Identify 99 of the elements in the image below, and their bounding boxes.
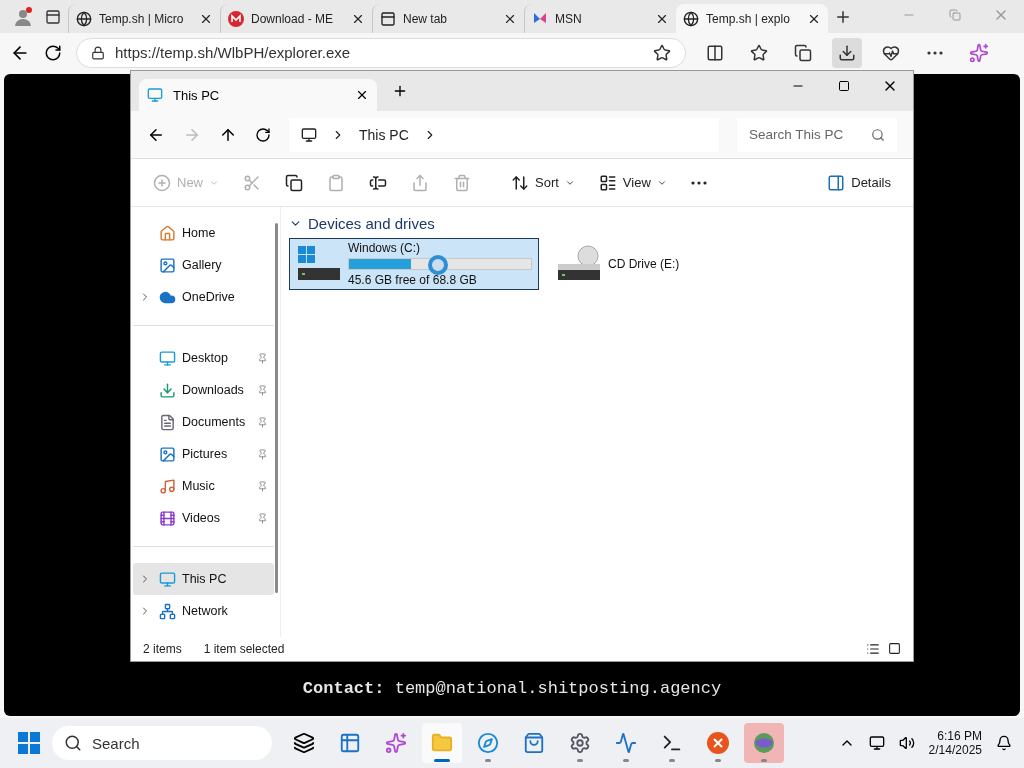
download-icon [159,381,176,399]
running-indicator [669,759,675,762]
tab-title: This PC [173,87,221,103]
explorer-tab[interactable]: This PC [139,79,377,111]
profile-icon[interactable] [13,6,33,27]
house-icon [159,224,176,242]
trash-icon [453,173,471,192]
running-indicator [715,759,721,762]
start-icon[interactable] [18,732,40,754]
item-count: 2 items [143,642,182,656]
details-pane-icon [827,173,846,192]
more-icon[interactable] [927,50,943,55]
refresh-icon[interactable] [44,43,62,62]
contact-text: Contact: temp@national.shitposting.agency [302,679,722,698]
star-icon[interactable] [653,43,671,62]
running-indicator [623,759,629,762]
nav-item[interactable]: OneDrive [133,281,274,313]
picture-icon [159,445,176,463]
nav-item[interactable]: Downloads [133,374,274,406]
store-icon[interactable] [523,732,545,754]
view-icon [598,173,617,192]
computer-icon [147,87,163,103]
group-header[interactable]: Devices and drives [289,215,905,232]
copy-icon [285,173,303,192]
browser-tab[interactable]: Download - ME [220,4,372,33]
nav-item[interactable]: Music [133,470,274,502]
rename-icon [369,173,387,192]
network-icon [159,602,176,620]
notification-icon[interactable] [996,735,1012,751]
browser-tab[interactable]: New tab [372,4,524,33]
nav-item[interactable]: Network [133,595,274,627]
search-icon [871,127,885,142]
sparkle-icon[interactable] [385,732,407,754]
nav-item[interactable]: Desktop [133,342,274,374]
details-button[interactable]: Details [819,169,899,196]
globe-icon [76,10,92,27]
nav-item[interactable]: Gallery [133,249,274,281]
running-indicator [761,759,767,762]
task-view-icon[interactable] [293,732,315,754]
sort-icon [511,173,529,192]
running-indicator [577,759,583,762]
gallery-icon [159,256,176,274]
computer-icon [159,570,176,588]
nav-item[interactable]: Videos [133,502,274,534]
lock-icon [91,45,105,60]
address-bar[interactable]: https://temp.sh/WlbPH/explorer.exe [76,37,686,68]
scrollbar[interactable] [275,223,278,593]
tab-actions-icon[interactable] [45,8,61,25]
collections-icon[interactable] [794,43,812,62]
tiles-view-icon[interactable] [888,642,901,655]
drive-item[interactable]: CD Drive (E:) [549,238,799,290]
running-indicator [485,759,491,762]
address-bar[interactable]: This PC [289,117,719,152]
search-field[interactable]: Search This PC [737,117,897,152]
chart-monitor-icon[interactable] [615,732,637,754]
browser-tab[interactable]: Temp.sh | Micro [68,4,220,33]
globe-icon [683,10,699,27]
running-indicator [434,759,450,762]
network-icon[interactable] [868,735,885,751]
selection-count: 1 item selected [203,642,285,656]
sort-button[interactable]: Sort [503,169,583,196]
heart-pulse-icon[interactable] [882,43,900,62]
view-button[interactable]: View [590,169,675,196]
split-screen-icon[interactable] [706,43,724,62]
nav-item[interactable]: Home [133,217,274,249]
new-tab-icon [380,10,396,27]
drive-item[interactable]: Windows (C:) 45.6 GB free of 68.8 GB [289,238,539,290]
widgets-icon[interactable] [339,732,361,754]
cut-icon [243,173,261,192]
more-icon [690,180,707,185]
favorites-icon[interactable] [750,43,768,62]
desktop-icon [159,349,176,367]
paste-icon [327,173,345,192]
volume-icon[interactable] [898,735,915,751]
browser-icon[interactable] [477,732,499,754]
document-icon [159,413,176,431]
computer-icon [301,126,317,143]
plus-icon [153,173,171,192]
list-view-icon[interactable] [866,642,880,656]
settings-icon[interactable] [569,732,591,754]
video-icon [159,509,176,527]
search-field[interactable]: Search [52,726,272,760]
clock[interactable]: 6:16 PM 2/14/2025 [928,729,982,757]
downloads-button[interactable] [832,37,862,68]
nav-item[interactable]: Pictures [133,438,274,470]
x-circle-icon[interactable] [706,731,730,755]
browser-tab[interactable]: Temp.sh | explo [676,4,828,33]
close-icon[interactable] [355,88,369,102]
refresh-icon[interactable] [255,126,271,143]
nav-item[interactable]: Documents [133,406,274,438]
music-icon [159,477,176,495]
share-icon [411,173,429,192]
sparkle-icon[interactable] [969,42,989,63]
m-logo-icon [228,10,244,27]
search-icon [64,734,82,752]
nav-item[interactable]: This PC [133,563,274,595]
globe-icon[interactable] [753,732,775,754]
breadcrumb-item[interactable]: This PC [359,126,409,143]
download-icon [838,43,856,62]
